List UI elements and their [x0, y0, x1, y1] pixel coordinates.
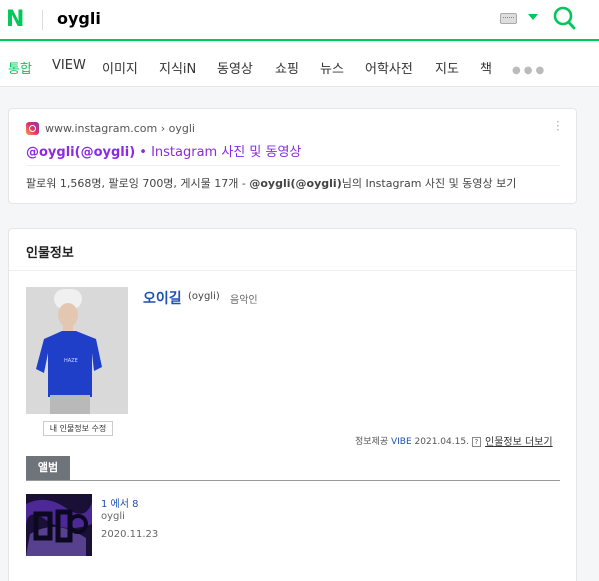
album-artist: oygli: [101, 511, 125, 522]
result-divider: [26, 165, 560, 166]
provider-name[interactable]: VIBE: [391, 437, 412, 447]
info-provider: 정보제공 VIBE 2021.04.15. ?: [355, 434, 481, 447]
tab-view[interactable]: VIEW: [52, 58, 86, 73]
tab-books[interactable]: 책: [480, 58, 492, 77]
tab-integrated[interactable]: 통합: [8, 58, 32, 77]
naver-logo[interactable]: N: [6, 7, 24, 32]
person-english-name: (oygli): [188, 291, 220, 302]
instagram-result: www.instagram.com › oygli · · · @oygli(@oy…: [8, 108, 577, 204]
tab-images[interactable]: 이미지: [102, 58, 138, 77]
result-url[interactable]: www.instagram.com › oygli: [45, 122, 195, 135]
tab-album[interactable]: 앨범: [26, 456, 70, 480]
provider-date: 2021.04.15.: [411, 437, 469, 447]
result-title-rest: • Instagram 사진 및 동영상: [135, 145, 302, 160]
album-cover[interactable]: [26, 494, 92, 556]
tab-knowledge[interactable]: 지식iN: [159, 58, 196, 77]
svg-text:HAZE: HAZE: [64, 358, 78, 364]
album-date: 2020.11.23: [101, 529, 159, 540]
more-options-icon[interactable]: · · ·: [556, 116, 560, 136]
album-title[interactable]: 1 에서 8: [101, 495, 138, 510]
help-icon[interactable]: ?: [471, 437, 481, 447]
section-title: 인물정보: [26, 246, 74, 261]
search-icon[interactable]: [553, 5, 577, 31]
person-info-card: 인물정보 HAZE 내 인물정보 수정 오이길 (oygli) 음악인 정보제공…: [8, 228, 577, 581]
search-tabs: 통합 VIEW 이미지 지식iN 동영상 쇼핑 뉴스 어학사전 지도 책 ●●●: [0, 43, 599, 87]
tab-map[interactable]: 지도: [435, 58, 459, 77]
tab-video[interactable]: 동영상: [217, 58, 253, 77]
chevron-down-icon[interactable]: [528, 14, 538, 20]
search-input[interactable]: oygli: [57, 9, 101, 28]
tab-news[interactable]: 뉴스: [320, 58, 344, 77]
keyboard-icon[interactable]: [500, 13, 517, 24]
header-divider: [42, 10, 43, 30]
result-title-link[interactable]: @oygli(@oygli) • Instagram 사진 및 동영상: [26, 141, 301, 160]
person-name[interactable]: 오이길: [143, 288, 182, 308]
tab-dictionary[interactable]: 어학사전: [365, 58, 413, 77]
provider-label: 정보제공: [355, 437, 391, 447]
edit-profile-button[interactable]: 내 인물정보 수정: [43, 421, 113, 436]
tab-shopping[interactable]: 쇼핑: [275, 58, 299, 77]
section-divider: [9, 270, 576, 271]
album-divider: [26, 480, 560, 481]
person-occupation: 음악인: [230, 295, 258, 306]
desc-suffix: 님의 Instagram 사진 및 동영상 보기: [341, 177, 517, 190]
result-title-handle: @oygli(@oygli): [26, 145, 136, 160]
result-description: 팔로워 1,568명, 팔로잉 700명, 게시물 17개 - @oygli(@…: [26, 175, 516, 191]
desc-prefix: 팔로워 1,568명, 팔로잉 700명, 게시물 17개 -: [26, 177, 250, 190]
more-profile-link[interactable]: 인물정보 더보기: [485, 433, 553, 448]
desc-handle: @oygli(@oygli): [249, 177, 342, 190]
profile-photo[interactable]: HAZE: [26, 287, 128, 414]
header-bar: N oygli: [0, 0, 599, 41]
more-tabs-icon[interactable]: ●●●: [512, 65, 547, 76]
instagram-icon: [26, 122, 39, 135]
